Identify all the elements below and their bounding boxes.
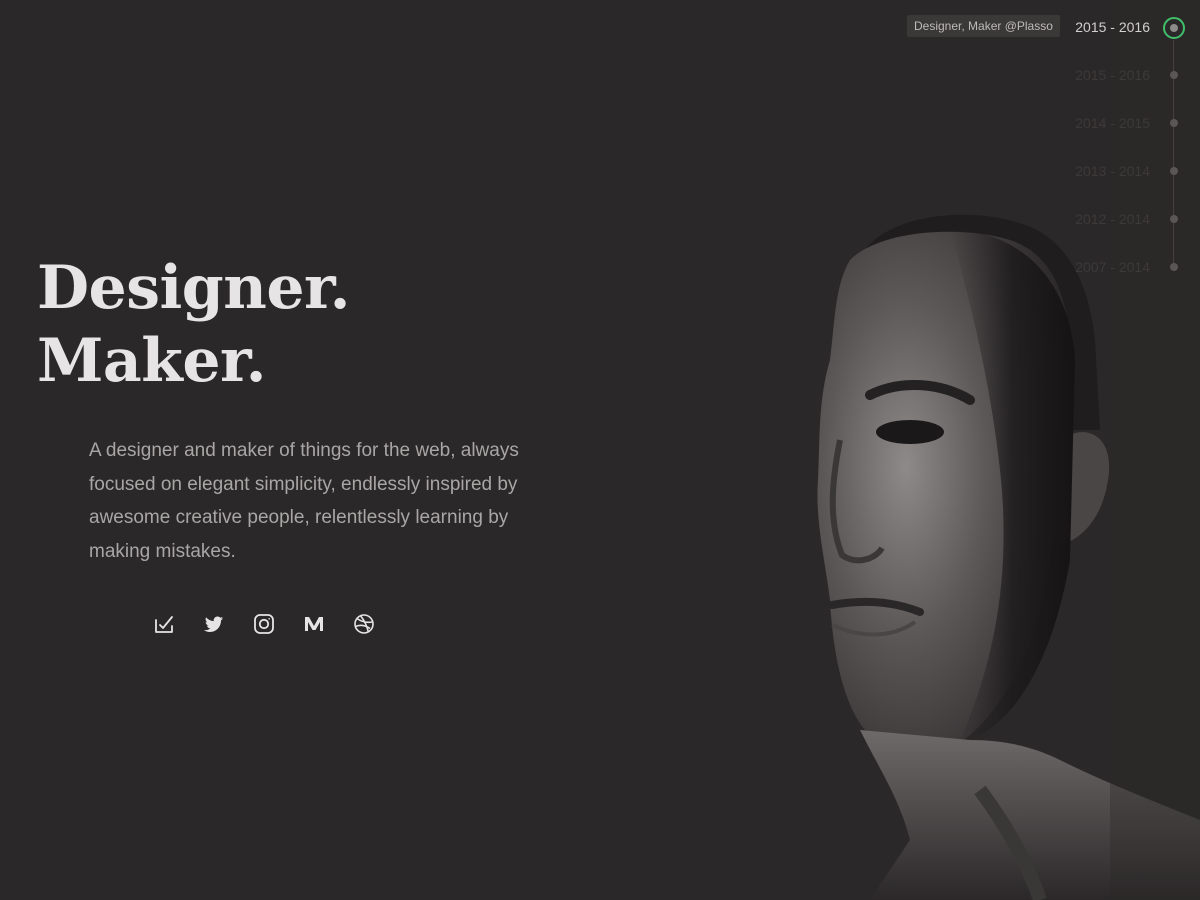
timeline-item-6[interactable]: 2007 - 2014 [1075,257,1150,277]
page-headline: Designer. Maker. [37,252,351,398]
social-links [153,613,375,635]
timeline-dot[interactable] [1170,119,1178,127]
timeline-item-3[interactable]: 2014 - 2015 [1075,113,1150,133]
instagram-icon[interactable] [253,613,275,635]
plasso-icon[interactable] [153,613,175,635]
timeline-dot-active[interactable] [1163,17,1185,39]
dribbble-icon[interactable] [353,613,375,635]
active-role-tag: Designer, Maker @Plasso [907,15,1060,37]
headline-line-1: Designer. [37,253,351,323]
timeline-dot[interactable] [1170,167,1178,175]
medium-icon[interactable] [303,613,325,635]
twitter-icon[interactable] [203,613,225,635]
headline-line-2: Maker. [37,326,267,396]
timeline-item-4[interactable]: 2013 - 2014 [1075,161,1150,181]
timeline-item-5[interactable]: 2012 - 2014 [1075,209,1150,229]
portrait-photo [770,0,1200,900]
timeline-item-1[interactable]: 2015 - 2016 [1075,17,1150,37]
timeline-item-2[interactable]: 2015 - 2016 [1075,65,1150,85]
timeline-dot[interactable] [1170,263,1178,271]
intro-paragraph: A designer and maker of things for the w… [89,440,519,562]
timeline-dot[interactable] [1170,215,1178,223]
timeline-dot[interactable] [1170,71,1178,79]
